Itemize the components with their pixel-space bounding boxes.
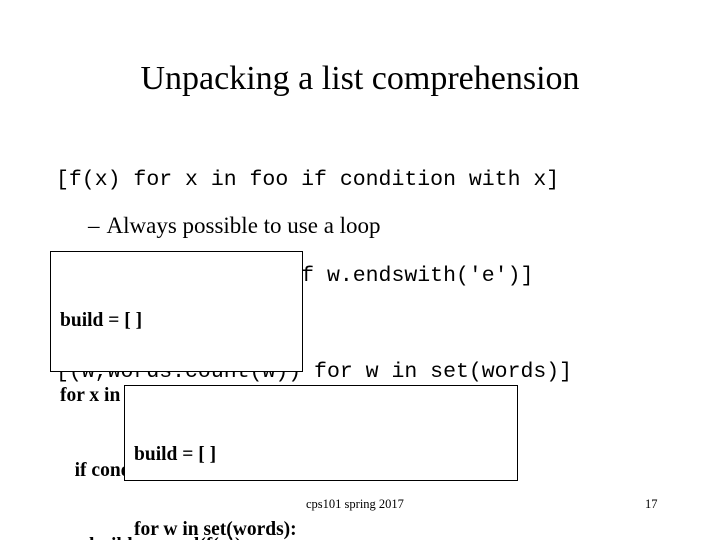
bullet-label: Always possible to use a loop xyxy=(106,213,381,238)
page-title: Unpacking a list comprehension xyxy=(140,59,580,97)
code-line: for w in set(words): xyxy=(134,519,297,540)
footer-course-label: cps101 spring 2017 xyxy=(306,497,404,511)
list-item: [f(x) for x in foo if condition with x] xyxy=(56,168,560,192)
dash-bullet-icon: – xyxy=(88,213,100,238)
page-number: 17 xyxy=(645,497,658,511)
bullet-point: – Always possible to use a loop xyxy=(88,212,381,240)
slide-canvas: Unpacking a list comprehension [f(x) for… xyxy=(0,0,720,540)
code-line: build = [ ] xyxy=(60,310,143,331)
code-line: build = [ ] xyxy=(134,444,217,465)
code-box-word-count-loop: build = [ ] for w in set(words): build.a… xyxy=(124,385,518,540)
code-box-filter-map-loop: build = [ ] for x in foo: if condition w… xyxy=(50,251,303,540)
